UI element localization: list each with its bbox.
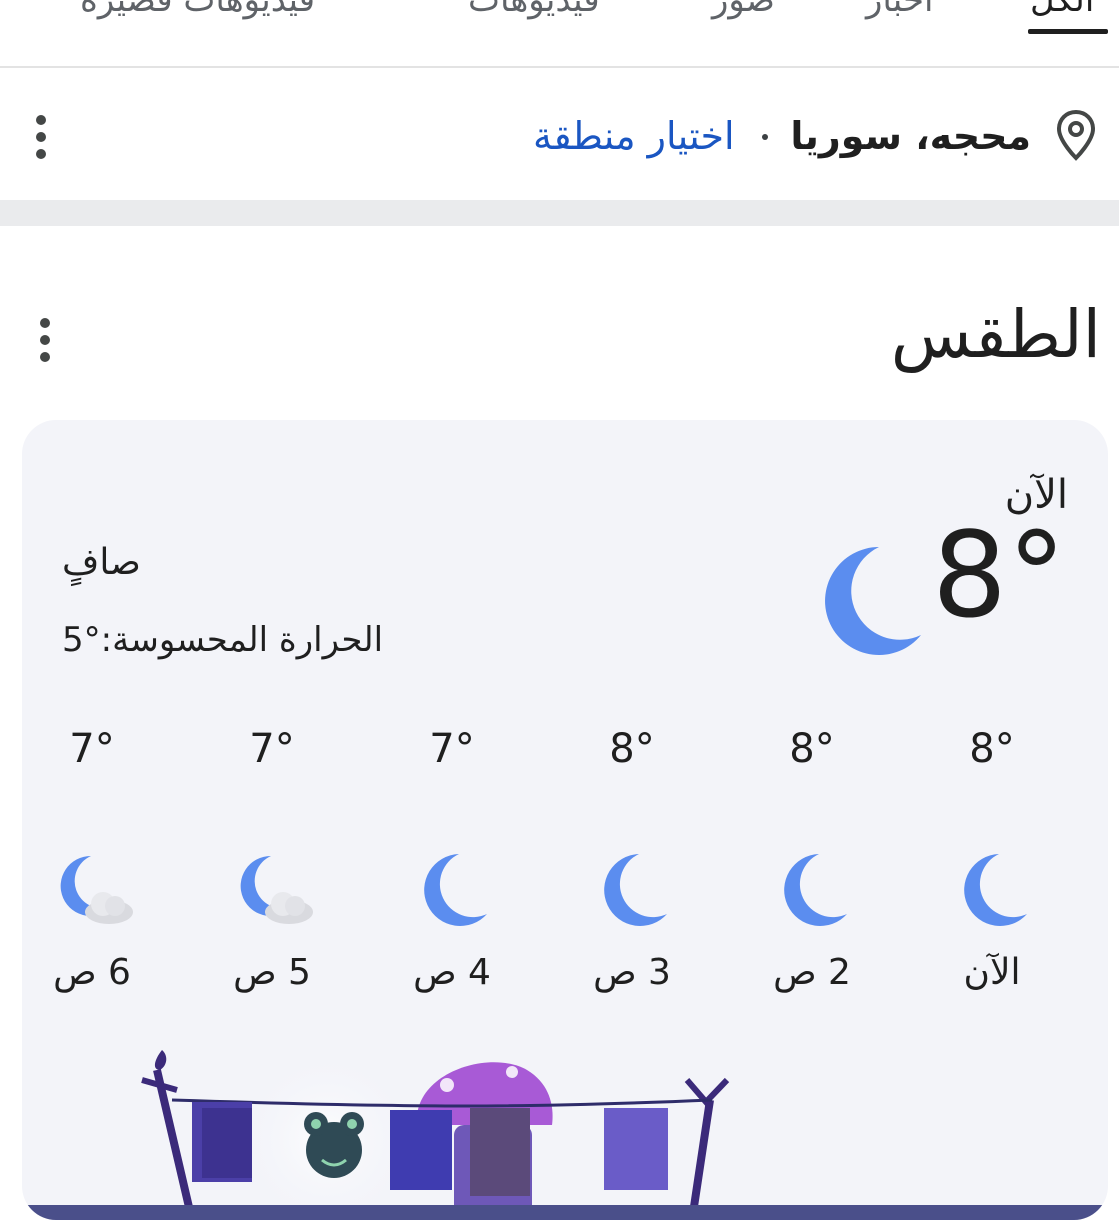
search-tabs: فيديوهات قصيرة فيديوهات صور أخبار الكل	[0, 0, 1119, 66]
moon-icon	[604, 854, 667, 926]
hourly-time: 3 ص	[593, 952, 671, 993]
hourly-temp: 7°	[69, 726, 115, 772]
weather-title: الطقس	[890, 296, 1101, 373]
location-bar: محجه، سوريا اختيار منطقة	[0, 68, 1119, 200]
weather-condition: صافٍ	[62, 542, 141, 583]
tab-images[interactable]: صور	[712, 0, 775, 20]
tab-all[interactable]: الكل	[1030, 0, 1094, 20]
location-pin-icon	[1056, 109, 1096, 161]
tab-videos[interactable]: فيديوهات	[468, 0, 600, 20]
tab-news[interactable]: أخبار	[866, 0, 934, 20]
hourly-temp: 8°	[969, 726, 1015, 772]
moon-icon	[784, 854, 847, 926]
hourly-time: 2 ص	[773, 952, 851, 993]
hourly-temp: 8°	[609, 726, 655, 772]
hourly-temp: 7°	[429, 726, 475, 772]
hourly-time: 5 ص	[233, 952, 311, 993]
hourly-time: 6 ص	[53, 952, 131, 993]
location-more-icon[interactable]	[35, 115, 47, 166]
section-separator	[0, 200, 1119, 226]
moon-icon	[825, 547, 921, 655]
moon-cloud-icon	[60, 855, 133, 924]
moon-cloud-icon	[240, 855, 313, 924]
location-name: محجه، سوريا	[790, 114, 1031, 158]
separator-dot	[762, 134, 768, 140]
hourly-time: الآن	[963, 952, 1021, 993]
hourly-temp: 7°	[249, 726, 295, 772]
hourly-temp: 8°	[789, 726, 835, 772]
moon-icon	[424, 854, 487, 926]
choose-region-link[interactable]: اختيار منطقة	[533, 114, 735, 158]
feels-like: الحرارة المحسوسة:°5	[62, 620, 384, 660]
weather-more-icon[interactable]	[39, 318, 51, 369]
hourly-time: 4 ص	[413, 952, 491, 993]
current-temperature: 8°	[932, 506, 1067, 644]
weather-illustration	[22, 1050, 1108, 1220]
active-tab-indicator	[1028, 29, 1108, 34]
moon-icon	[964, 854, 1027, 926]
tab-short-videos[interactable]: فيديوهات قصيرة	[80, 0, 315, 20]
weather-card[interactable]: الآن 8° صافٍ الحرارة المحسوسة:°5 8° الآن…	[22, 420, 1108, 1220]
